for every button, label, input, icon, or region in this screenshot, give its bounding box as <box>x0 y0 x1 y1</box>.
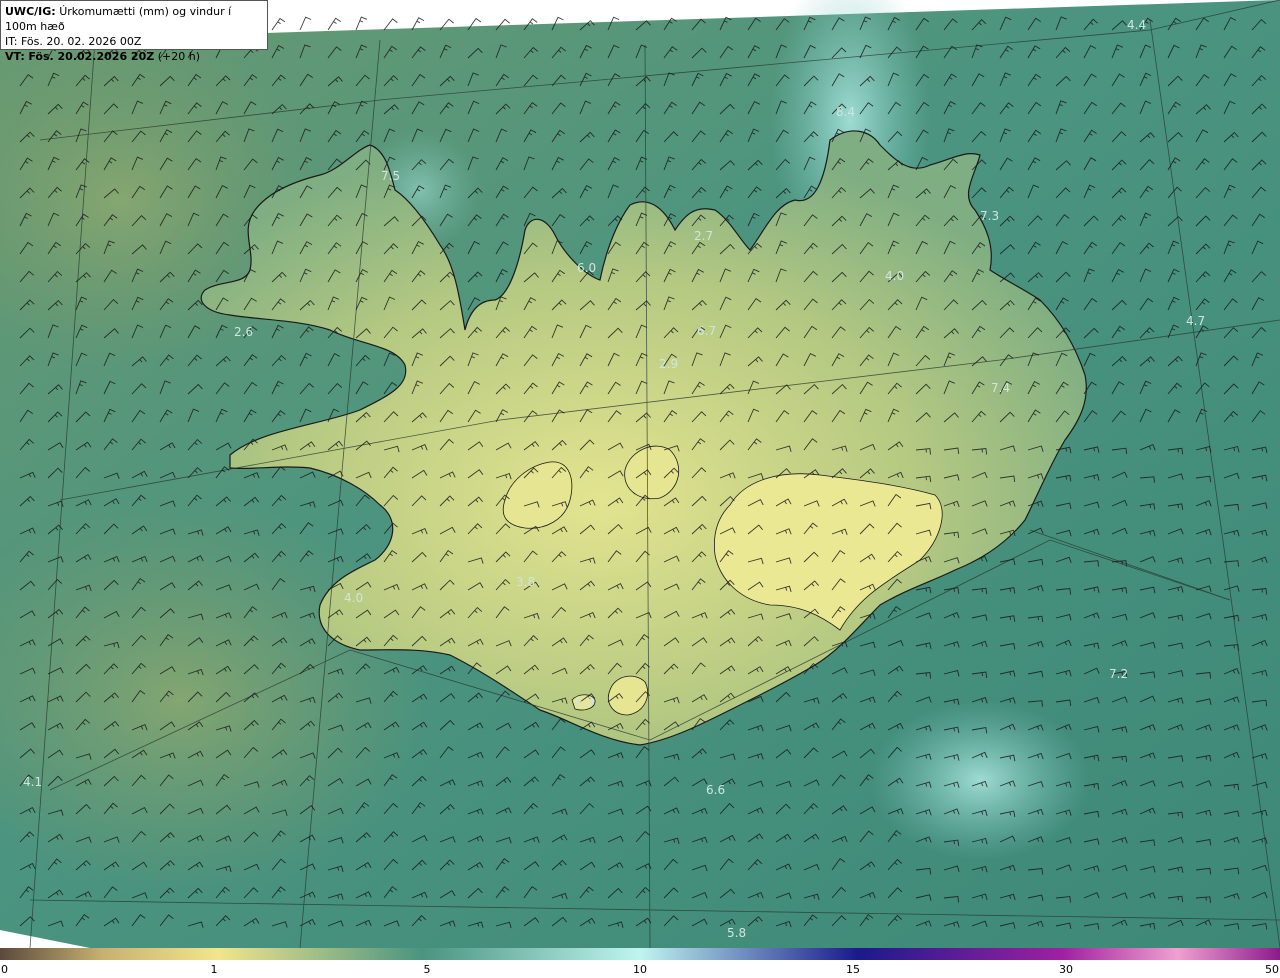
value-label: 7.2 <box>1109 667 1128 681</box>
map-canvas: 4.4 8.4 7.5 7.3 2.7 6.0 4.0 2.6 6.7 4.7 … <box>0 0 1280 948</box>
wet-band-southeast <box>870 700 1090 860</box>
colorbar-tick: 1 <box>210 963 218 976</box>
valid-time-line: VT: Fös. 20.02.2026 20Z (+20 h) <box>5 49 263 64</box>
value-label: 7.5 <box>381 169 400 183</box>
value-label: 4.0 <box>885 269 904 283</box>
colorbar: 0 1 5 10 15 30 50 <box>0 948 1280 978</box>
init-time-line: IT: Fös. 20. 02. 2026 00Z <box>5 34 263 49</box>
value-label: 6.6 <box>706 783 725 797</box>
value-label: 3.8 <box>516 575 535 589</box>
valid-time-value: Fös. 20.02.2026 20Z <box>28 50 155 63</box>
value-label: 7.3 <box>980 209 999 223</box>
value-label: 6.0 <box>575 695 594 709</box>
value-label: 2.9 <box>659 357 678 371</box>
model-name: UWC/IG: <box>5 5 56 18</box>
colorbar-gradient <box>0 948 1280 960</box>
colorbar-tick: 15 <box>846 963 860 976</box>
value-label: 8.4 <box>836 105 855 119</box>
colorbar-tick: 0 <box>1 963 8 976</box>
value-label: 6.0 <box>577 261 596 275</box>
colorbar-tick: 10 <box>633 963 647 976</box>
value-label: 4.7 <box>1186 314 1205 328</box>
colorbar-tick: 5 <box>423 963 431 976</box>
value-label: 4.0 <box>344 591 363 605</box>
init-time-value: Fös. 20. 02. 2026 00Z <box>20 35 142 48</box>
value-label: 2.6 <box>234 325 253 339</box>
value-label: 4.1 <box>23 775 42 789</box>
valid-time-label: VT: <box>5 50 25 63</box>
colorbar-tick: 50 <box>1265 963 1279 976</box>
forecast-info-box: UWC/IG: Úrkomumætti (mm) og vindur í 100… <box>0 0 268 63</box>
colorbar-tick: 30 <box>1059 963 1073 976</box>
value-label: 7.4 <box>991 381 1010 395</box>
title-line: UWC/IG: Úrkomumætti (mm) og vindur í 100… <box>5 4 263 34</box>
value-label: 4.4 <box>1127 18 1146 32</box>
value-label: 2.7 <box>694 229 713 243</box>
value-label: 6.7 <box>697 324 716 338</box>
init-time-label: IT: <box>5 35 18 48</box>
valid-time-offset: (+20 h) <box>157 50 200 63</box>
value-label: 5.8 <box>727 926 746 940</box>
weather-map: 4.4 8.4 7.5 7.3 2.7 6.0 4.0 2.6 6.7 4.7 … <box>0 0 1280 948</box>
